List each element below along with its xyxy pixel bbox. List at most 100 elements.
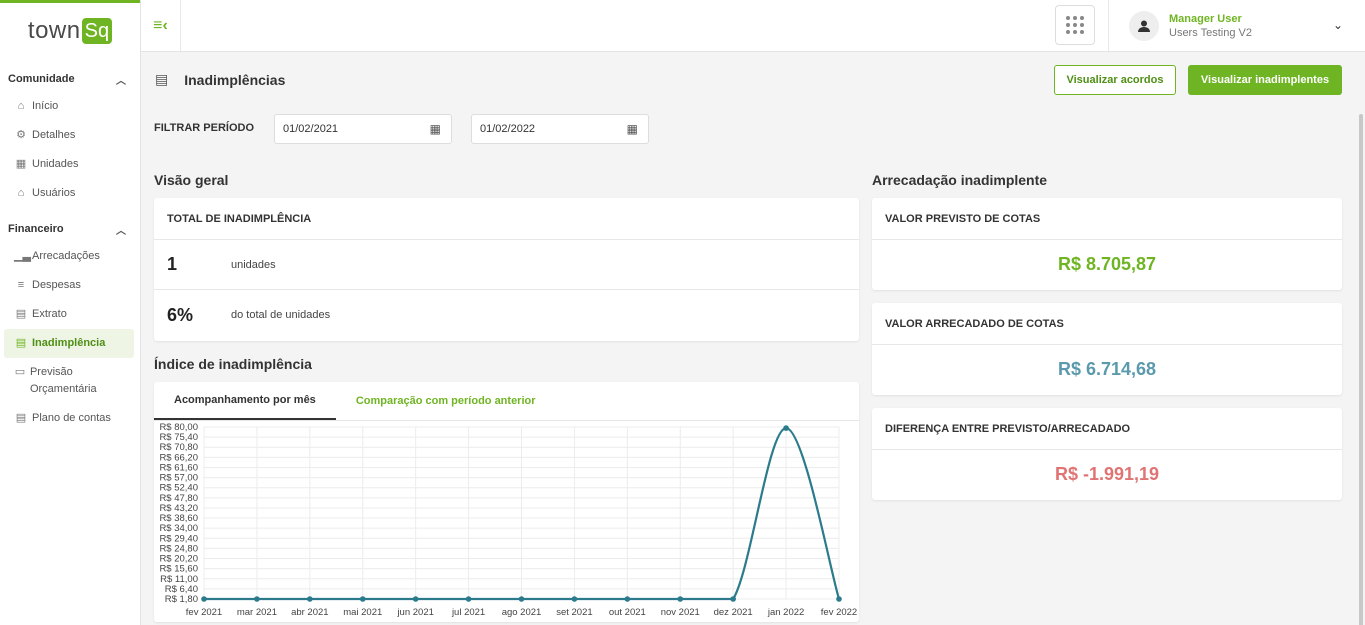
expected-card: VALOR PREVISTO DE COTAS R$ 8.705,87 <box>872 198 1342 290</box>
default-icon: ▤ <box>15 337 27 349</box>
sidebar-item-label: Arrecadações <box>32 250 100 262</box>
data-point <box>201 596 207 602</box>
menu-collapse-icon[interactable]: ≡‹ <box>141 0 181 51</box>
units-value: 1 <box>167 254 178 274</box>
view-agreements-button[interactable]: Visualizar acordos <box>1054 65 1176 95</box>
pct-label: do total de unidades <box>231 309 331 321</box>
details-icon: ⚙ <box>16 129 26 141</box>
x-tick-label: mai 2021 <box>343 607 382 618</box>
x-tick-label: jul 2021 <box>451 607 485 618</box>
page-title-text: Inadimplências <box>184 71 286 88</box>
data-point <box>465 596 472 602</box>
section-comunidade[interactable]: Comunidade ︿ <box>0 66 140 92</box>
apps-grid-icon <box>1066 16 1084 34</box>
calendar-icon[interactable]: ▦ <box>627 122 638 136</box>
data-point <box>624 596 631 602</box>
section-title: Financeiro <box>8 223 64 235</box>
scrollbar[interactable] <box>1359 114 1363 625</box>
user-icon <box>1138 20 1150 32</box>
logo-badge: Sq <box>81 18 113 44</box>
difference-card: DIFERENÇA ENTRE PREVISTO/ARRECADADO R$ -… <box>872 408 1342 500</box>
data-point <box>677 596 684 602</box>
default-index-chart: R$ 80,00R$ 75,40R$ 70,80R$ 66,20R$ 61,60… <box>159 422 857 618</box>
budget-icon: ▭ <box>14 366 26 378</box>
data-point <box>518 596 525 602</box>
townsq-logo[interactable]: town Sq <box>0 9 140 53</box>
chevron-down-icon[interactable]: ⌄ <box>1333 18 1343 32</box>
topbar: ≡‹ Manager User Users Testing V2 ⌄ <box>141 0 1365 52</box>
sidebar-item-detalhes[interactable]: ⚙ Detalhes <box>4 121 134 150</box>
pct-value: 6% <box>167 304 194 325</box>
section-financeiro[interactable]: Financeiro ︿ <box>0 216 140 242</box>
sidebar-accent-bar <box>0 0 140 3</box>
date-start-input[interactable]: 01/02/2021 ▦ <box>274 114 452 144</box>
tab-compare[interactable]: Comparação com período anterior <box>336 382 556 420</box>
pct-row: 6% do total de unidades <box>154 290 859 340</box>
sidebar-item-extrato[interactable]: ▤ Extrato <box>4 300 134 329</box>
apps-grid-button[interactable] <box>1055 5 1095 45</box>
user-menu[interactable]: Manager User Users Testing V2 ⌄ <box>1108 0 1365 51</box>
difference-value: R$ -1.991,19 <box>1054 464 1160 484</box>
x-tick-label: jan 2022 <box>767 607 804 618</box>
index-title: Índice de inadimplência <box>154 356 312 372</box>
card-title: TOTAL DE INADIMPLÊNCIA <box>154 198 859 240</box>
x-tick-label: abr 2021 <box>291 607 329 618</box>
date-start-value: 01/02/2021 <box>283 123 339 135</box>
collected-card: VALOR ARRECADADO DE COTAS R$ 6.714,68 <box>872 303 1342 395</box>
main-content: ▤ Inadimplências Visualizar acordos Visu… <box>141 52 1365 625</box>
tab-monthly[interactable]: Acompanhamento por mês <box>154 382 336 420</box>
filter-period-label: FILTRAR PERÍODO <box>154 122 255 134</box>
index-chart-card: Acompanhamento por mês Comparação com pe… <box>154 382 859 622</box>
x-tick-label: mar 2021 <box>237 607 277 618</box>
expected-title: VALOR PREVISTO DE COTAS <box>872 198 1342 240</box>
expected-value: R$ 8.705,87 <box>1057 254 1157 274</box>
page-title: ▤ Inadimplências <box>155 71 285 88</box>
sidebar-item-plano-de-contas[interactable]: ▤ Plano de contas <box>4 404 134 433</box>
x-tick-label: ago 2021 <box>502 607 542 618</box>
x-tick-label: nov 2021 <box>661 607 700 618</box>
x-tick-label: dez 2021 <box>714 607 753 618</box>
view-defaulters-button[interactable]: Visualizar inadimplentes <box>1188 65 1342 95</box>
difference-title: DIFERENÇA ENTRE PREVISTO/ARRECADADO <box>872 408 1342 450</box>
sidebar-item-label: Despesas <box>32 279 81 291</box>
sidebar-item-inicio[interactable]: ⌂ Início <box>4 92 134 121</box>
accounts-plan-icon: ▤ <box>15 412 27 424</box>
sidebar-item-inadimplencia[interactable]: ▤ Inadimplência <box>4 329 134 358</box>
x-tick-label: out 2021 <box>609 607 646 618</box>
sidebar-item-previsao-orcamentaria[interactable]: ▭ Previsão Orçamentária <box>4 358 134 404</box>
date-end-value: 01/02/2022 <box>480 123 536 135</box>
sidebar-item-label: Inadimplência <box>32 337 106 349</box>
data-point <box>307 596 313 602</box>
calendar-icon[interactable]: ▦ <box>430 122 441 136</box>
date-end-input[interactable]: 01/02/2022 ▦ <box>471 114 649 144</box>
building-icon: ▦ <box>15 158 27 170</box>
overview-title: Visão geral <box>154 172 229 188</box>
document-icon: ▤ <box>155 71 169 87</box>
x-tick-label: set 2021 <box>556 607 592 618</box>
chevron-up-icon: ︿ <box>116 225 126 237</box>
sidebar-item-label: Unidades <box>32 158 79 170</box>
chevron-up-icon: ︿ <box>116 75 126 87</box>
units-label: unidades <box>231 258 276 271</box>
statement-icon: ▤ <box>15 308 27 320</box>
collected-value: R$ 6.714,68 <box>1057 359 1157 379</box>
x-tick-label: jun 2021 <box>396 607 433 618</box>
sidebar-item-arrecadacoes[interactable]: ▁▃ Arrecadações <box>4 242 134 271</box>
sidebar-item-unidades[interactable]: ▦ Unidades <box>4 150 134 179</box>
x-tick-label: fev 2022 <box>821 607 857 618</box>
home-icon: ⌂ <box>17 100 25 112</box>
data-point <box>412 596 419 602</box>
sidebar-item-label: Início <box>32 100 59 112</box>
avatar <box>1129 10 1159 41</box>
x-tick-label: fev 2021 <box>186 607 222 618</box>
data-point <box>254 596 260 602</box>
section-title: Comunidade <box>8 73 75 85</box>
data-point <box>836 596 842 602</box>
logo-text: town <box>27 17 81 44</box>
user-org: Users Testing V2 <box>1169 26 1252 39</box>
sidebar-item-despesas[interactable]: ≡ Despesas <box>4 271 134 300</box>
sidebar-item-usuarios[interactable]: ⌂ Usuários <box>4 179 134 208</box>
chart-icon: ▁▃ <box>14 250 31 262</box>
sidebar-item-label: Previsão Orçamentária <box>29 366 97 395</box>
y-tick-label: R$ 1,80 <box>165 594 198 605</box>
